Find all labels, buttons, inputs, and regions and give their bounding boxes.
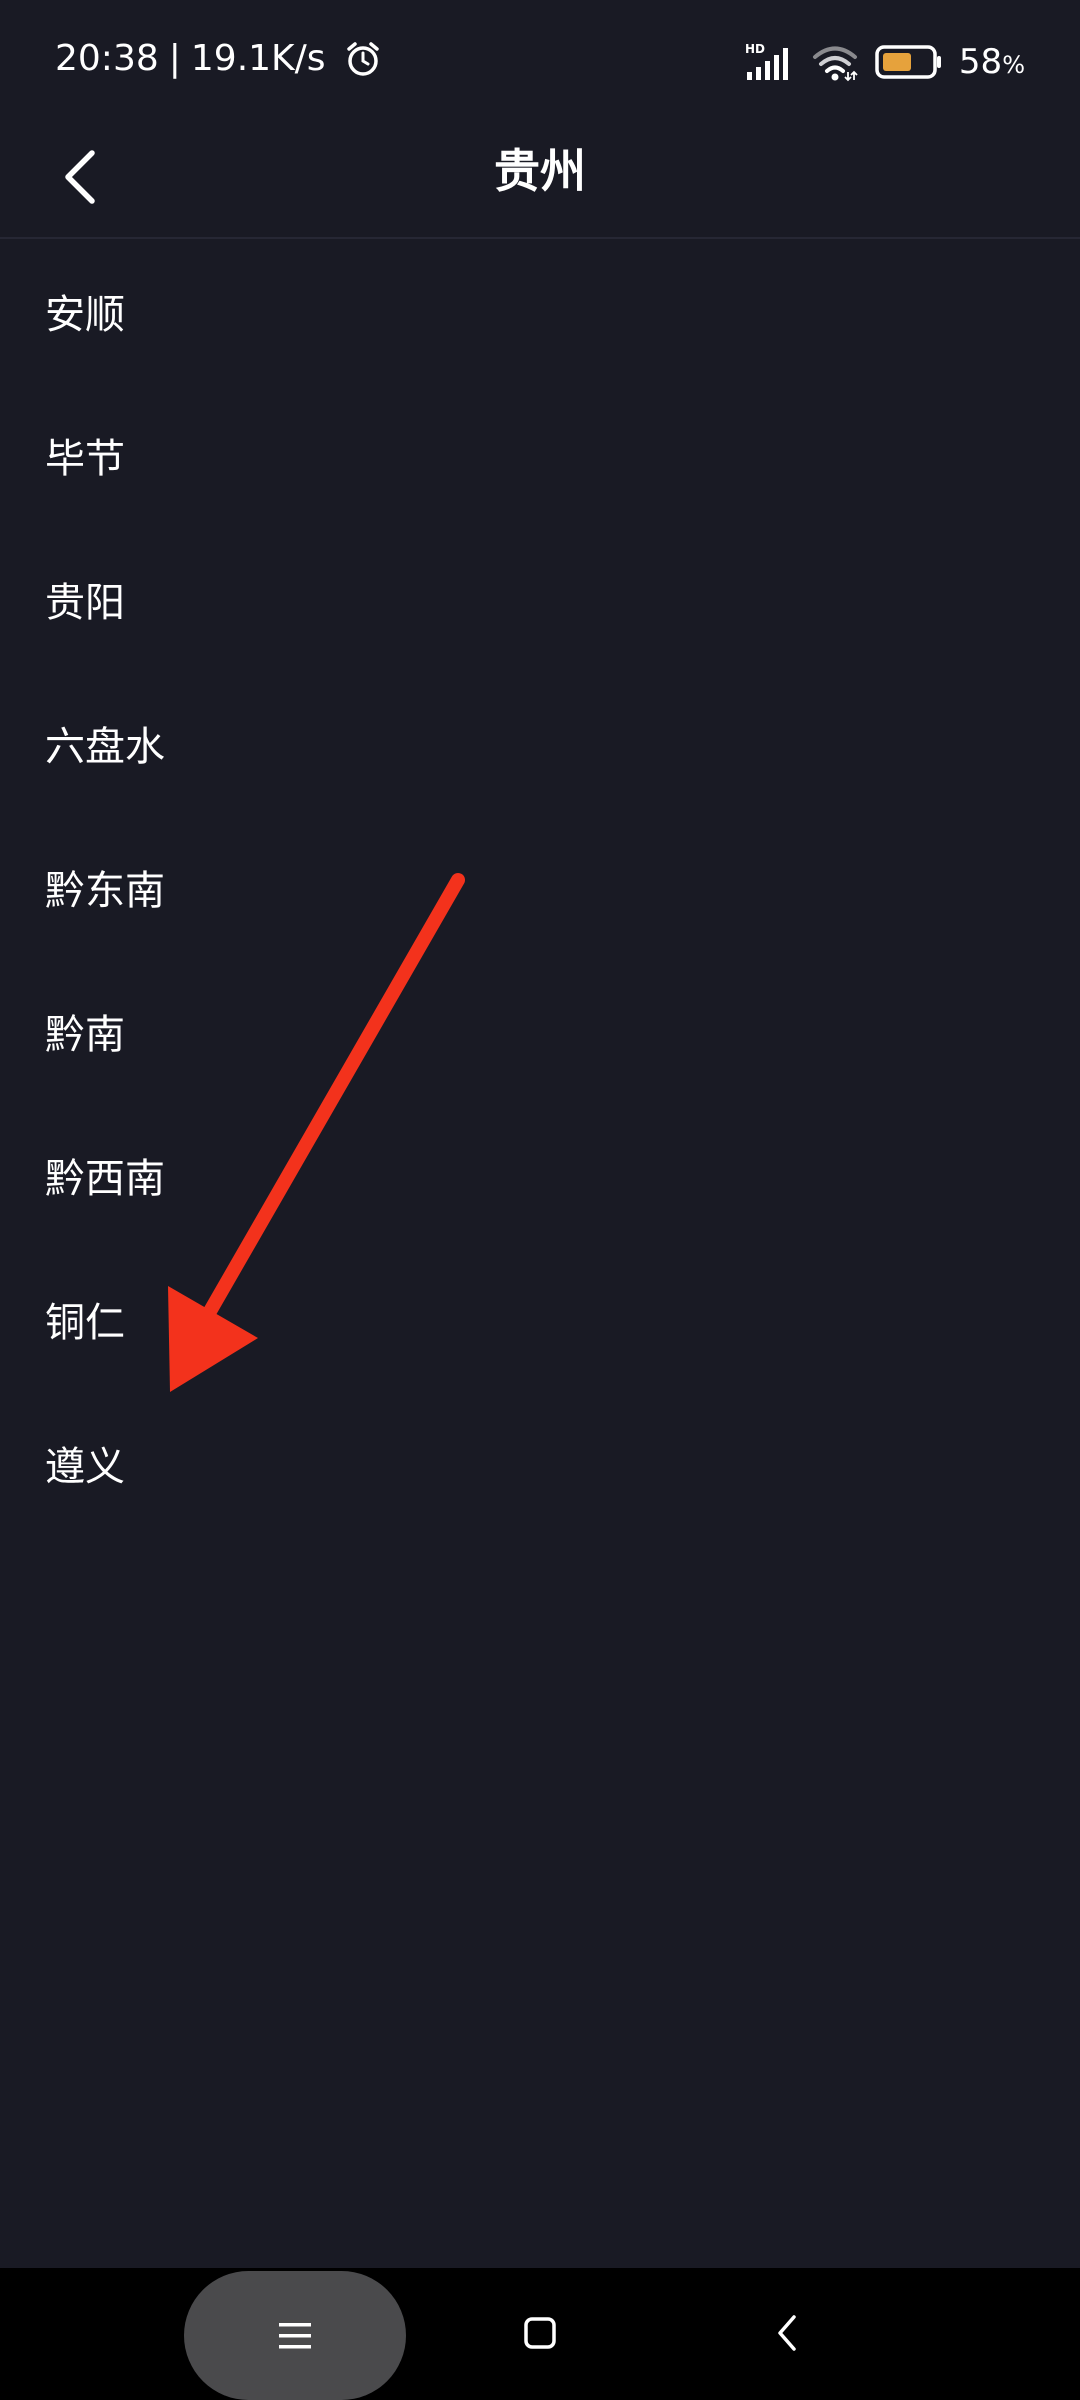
city-item-tongren[interactable]: 铜仁 [0, 1247, 1080, 1391]
page-title: 贵州 [494, 144, 586, 198]
status-separator: | [168, 38, 181, 79]
city-item-zunyi[interactable]: 遵义 [0, 1391, 1080, 1535]
city-item-bijie[interactable]: 毕节 [0, 383, 1080, 527]
city-list: 安顺 毕节 贵阳 六盘水 黔东南 黔南 黔西南 铜仁 遵义 [0, 239, 1080, 1535]
city-label: 黔南 [45, 1012, 125, 1058]
city-label: 铜仁 [45, 1300, 125, 1346]
city-item-liupanshui[interactable]: 六盘水 [0, 671, 1080, 815]
status-left: 20:38 | 19.1K/s [55, 38, 382, 79]
city-item-guiyang[interactable]: 贵阳 [0, 527, 1080, 671]
battery-value: 58 [958, 42, 1003, 82]
status-bar: 20:38 | 19.1K/s HD 58% [0, 0, 1080, 125]
city-label: 六盘水 [45, 724, 165, 770]
back-chevron-icon [778, 2315, 796, 2351]
status-right: HD 58% [745, 38, 1025, 86]
menu-button[interactable] [184, 2271, 406, 2400]
status-time: 20:38 [55, 38, 159, 79]
city-label: 贵阳 [45, 580, 125, 626]
city-item-anshun[interactable]: 安顺 [0, 239, 1080, 383]
city-item-qiannan[interactable]: 黔南 [0, 959, 1080, 1103]
system-back-button[interactable] [752, 2298, 822, 2368]
battery-percentage: 58% [959, 42, 1025, 82]
city-label: 黔东南 [45, 868, 165, 914]
network-speed: 19.1K/s [190, 38, 326, 79]
city-label: 遵义 [45, 1444, 125, 1490]
signal-icon: HD [745, 42, 788, 80]
alarm-icon [346, 41, 379, 76]
home-button[interactable] [505, 2298, 575, 2368]
navigation-bar [0, 2268, 1080, 2400]
wifi-icon [812, 46, 858, 82]
home-square-icon [524, 2317, 556, 2349]
battery-icon [875, 45, 941, 79]
city-item-qianxinan[interactable]: 黔西南 [0, 1103, 1080, 1247]
city-item-qiandongnan[interactable]: 黔东南 [0, 815, 1080, 959]
city-label: 黔西南 [45, 1156, 165, 1202]
city-label: 安顺 [45, 292, 125, 338]
battery-unit: % [1002, 51, 1025, 79]
menu-icon [279, 2322, 311, 2348]
signal-hd-label: HD [745, 42, 765, 56]
city-label: 毕节 [45, 436, 125, 482]
header: 贵州 [0, 125, 1080, 239]
